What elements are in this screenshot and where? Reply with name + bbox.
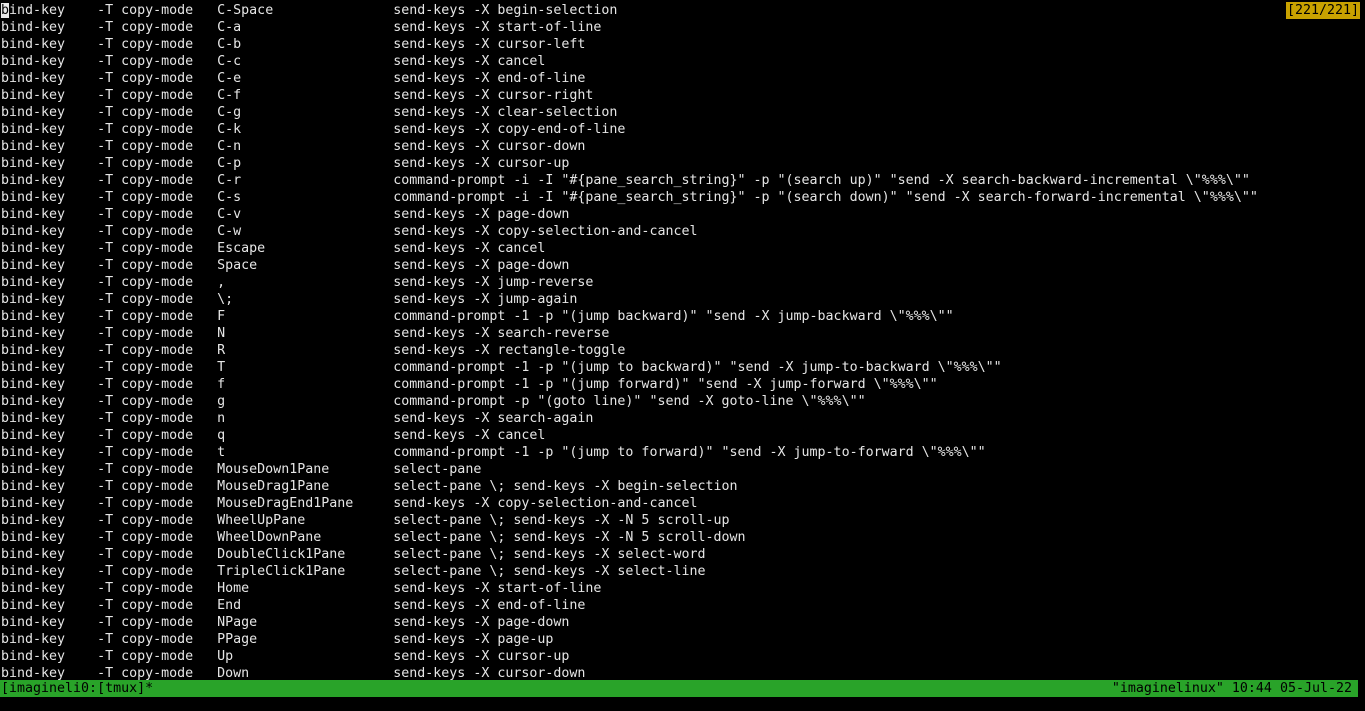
binding-row: bind-key -T copy-mode C-v send-keys -X p…	[1, 206, 1365, 223]
binding-row: bind-key -T copy-mode C-k send-keys -X c…	[1, 121, 1365, 138]
status-right: "imaginelinux" 10:44 05-Jul-22	[1112, 680, 1358, 697]
binding-row: bind-key -T copy-mode C-b send-keys -X c…	[1, 36, 1365, 53]
binding-row: bind-key -T copy-mode T command-prompt -…	[1, 359, 1365, 376]
binding-row: bind-key -T copy-mode MouseDragEnd1Pane …	[1, 495, 1365, 512]
binding-row: bind-key -T copy-mode MouseDown1Pane sel…	[1, 461, 1365, 478]
binding-row: bind-key -T copy-mode N send-keys -X sea…	[1, 325, 1365, 342]
binding-row: bind-key -T copy-mode t command-prompt -…	[1, 444, 1365, 461]
scroll-indicator: [221/221]	[1286, 2, 1360, 19]
binding-row: bind-key -T copy-mode f command-prompt -…	[1, 376, 1365, 393]
binding-row: bind-key -T copy-mode R send-keys -X rec…	[1, 342, 1365, 359]
binding-row: bind-key -T copy-mode F command-prompt -…	[1, 308, 1365, 325]
binding-row: bind-key -T copy-mode C-e send-keys -X e…	[1, 70, 1365, 87]
binding-row: bind-key -T copy-mode C-n send-keys -X c…	[1, 138, 1365, 155]
binding-row: bind-key -T copy-mode \; send-keys -X ju…	[1, 291, 1365, 308]
binding-row: bind-key -T copy-mode C-f send-keys -X c…	[1, 87, 1365, 104]
binding-row: bind-key -T copy-mode C-w send-keys -X c…	[1, 223, 1365, 240]
binding-row: bind-key -T copy-mode C-s command-prompt…	[1, 189, 1365, 206]
binding-row: bind-key -T copy-mode C-Space send-keys …	[1, 2, 1365, 19]
binding-row: bind-key -T copy-mode WheelDownPane sele…	[1, 529, 1365, 546]
status-left: [imagineli0:[tmux]*	[0, 680, 153, 697]
terminal[interactable]: [221/221] bind-key -T copy-mode C-Space …	[0, 0, 1365, 711]
binding-row: bind-key -T copy-mode q send-keys -X can…	[1, 427, 1365, 444]
binding-row: bind-key -T copy-mode Space send-keys -X…	[1, 257, 1365, 274]
binding-row: bind-key -T copy-mode n send-keys -X sea…	[1, 410, 1365, 427]
binding-row: bind-key -T copy-mode g command-prompt -…	[1, 393, 1365, 410]
binding-row: bind-key -T copy-mode C-p send-keys -X c…	[1, 155, 1365, 172]
binding-row: bind-key -T copy-mode MouseDrag1Pane sel…	[1, 478, 1365, 495]
binding-row: bind-key -T copy-mode Home send-keys -X …	[1, 580, 1365, 597]
binding-row: bind-key -T copy-mode TripleClick1Pane s…	[1, 563, 1365, 580]
binding-row: bind-key -T copy-mode C-a send-keys -X s…	[1, 19, 1365, 36]
binding-row: bind-key -T copy-mode DoubleClick1Pane s…	[1, 546, 1365, 563]
binding-row: bind-key -T copy-mode Up send-keys -X cu…	[1, 648, 1365, 665]
binding-row: bind-key -T copy-mode C-r command-prompt…	[1, 172, 1365, 189]
binding-row: bind-key -T copy-mode C-c send-keys -X c…	[1, 53, 1365, 70]
binding-row: bind-key -T copy-mode Escape send-keys -…	[1, 240, 1365, 257]
terminal-output: bind-key -T copy-mode C-Space send-keys …	[0, 0, 1365, 682]
status-bar[interactable]: [imagineli0:[tmux]* "imaginelinux" 10:44…	[0, 680, 1358, 697]
binding-row: bind-key -T copy-mode End send-keys -X e…	[1, 597, 1365, 614]
binding-row: bind-key -T copy-mode , send-keys -X jum…	[1, 274, 1365, 291]
binding-row: bind-key -T copy-mode NPage send-keys -X…	[1, 614, 1365, 631]
binding-row: bind-key -T copy-mode WheelUpPane select…	[1, 512, 1365, 529]
binding-row: bind-key -T copy-mode C-g send-keys -X c…	[1, 104, 1365, 121]
binding-row: bind-key -T copy-mode PPage send-keys -X…	[1, 631, 1365, 648]
cursor: b	[1, 3, 9, 18]
